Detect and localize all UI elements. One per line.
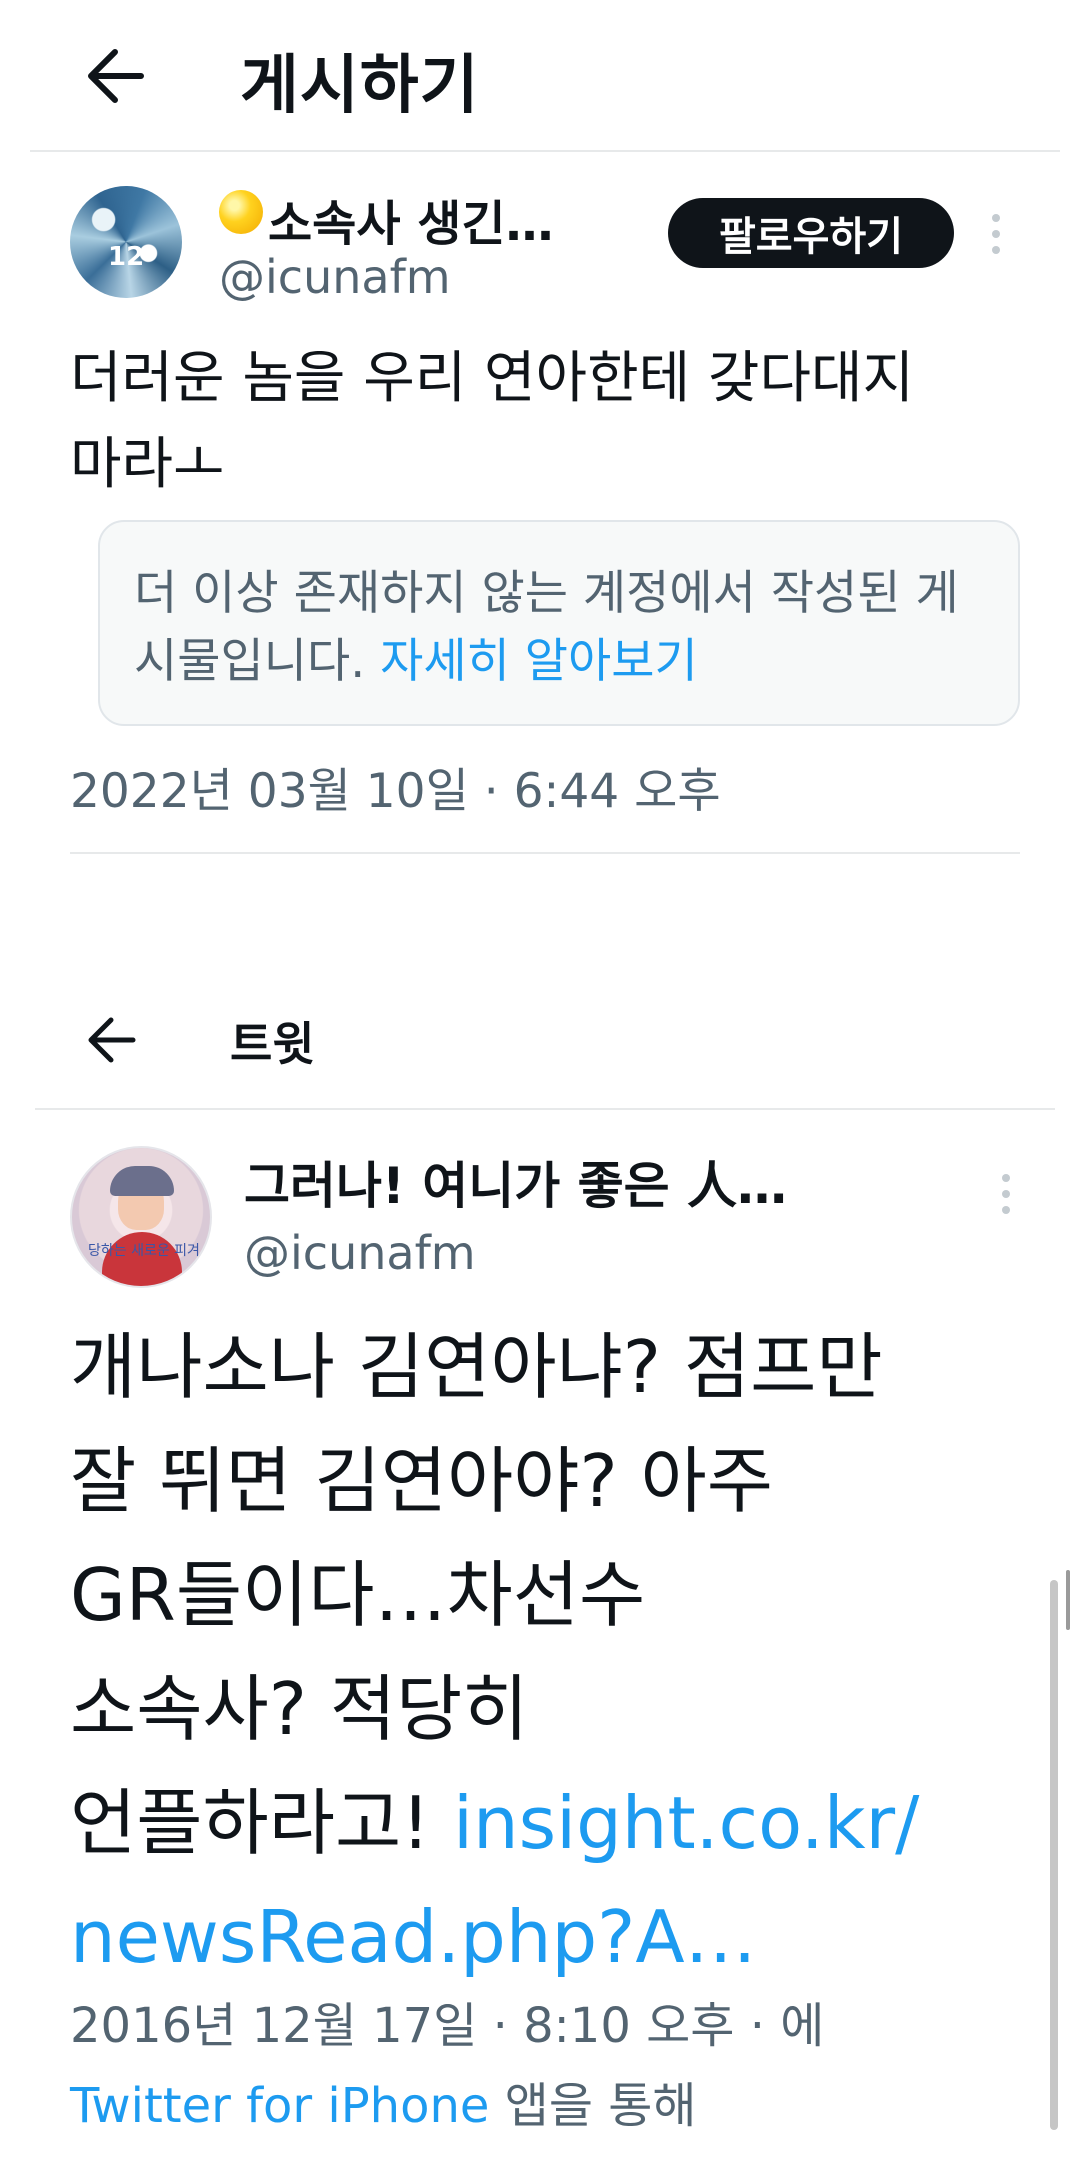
header-divider [30, 150, 1060, 152]
tweet-body-line: 개나소나 김연아냐? 점프만 [70, 1325, 883, 1409]
post-body-line: 더러운 놈을 우리 연아한테 갖다대지 [70, 346, 915, 411]
learn-more-link[interactable]: 자세히 알아보기 [380, 634, 698, 689]
avatar-hat [110, 1166, 174, 1196]
back-arrow-icon[interactable] [85, 1012, 137, 1068]
post-timestamp[interactable]: 2022년 03월 10일 · 6:44 오후 [70, 752, 721, 821]
article-link[interactable]: insight.co.kr/ [453, 1781, 919, 1865]
more-options-icon[interactable] [1000, 1172, 1012, 1216]
header-divider [35, 1108, 1055, 1110]
author-name[interactable]: 소속사 생긴… [268, 184, 554, 254]
sun-emoji-icon [219, 190, 263, 234]
tweet-body-text: 언플하라고! [70, 1781, 453, 1865]
author-handle[interactable]: @icunafm [244, 1226, 476, 1280]
more-options-icon[interactable] [990, 212, 1002, 256]
tweet-body-line: 소속사? 적당히 [70, 1667, 529, 1751]
tweet-body-line: 잘 뛰면 김연아야? 아주 [70, 1439, 774, 1523]
post-body-line: 마라ㅗ [70, 432, 225, 497]
tweet-timestamp[interactable]: 2016년 12월 17일 · 8:10 오후 · 에 [70, 1986, 1040, 2066]
deleted-account-notice: 더 이상 존재하지 않는 계정에서 작성된 게시물입니다. 자세히 알아보기 [98, 520, 1020, 726]
tweet-meta: 2016년 12월 17일 · 8:10 오후 · 에 Twitter for … [70, 1986, 1040, 2146]
avatar-mark: 12 [108, 242, 145, 272]
avatar[interactable]: 12 [70, 186, 182, 298]
tweet-body: 개나소나 김연아냐? 점프만 잘 뛰면 김연아야? 아주 GR들이다…차선수 소… [70, 1310, 1040, 1994]
avatar-caption: 당하는 새로운 피겨 [88, 1243, 200, 1259]
post-body: 더러운 놈을 우리 연아한테 갖다대지 마라ㅗ [70, 336, 1030, 508]
tweet-body-line: 언플하라고! insight.co.kr/ [70, 1766, 1040, 1880]
scroll-indicator[interactable] [1066, 1570, 1070, 1630]
article-link-continued[interactable]: newsRead.php?A… [70, 1880, 1040, 1994]
page-title: 게시하기 [240, 49, 480, 123]
follow-button[interactable]: 팔로우하기 [668, 198, 954, 268]
post-divider [70, 852, 1020, 854]
page-title: 트윗 [230, 1017, 315, 1071]
back-arrow-icon[interactable] [85, 40, 145, 112]
scrollbar[interactable] [1050, 1580, 1058, 2130]
author-handle[interactable]: @icunafm [219, 250, 451, 304]
author-name[interactable]: 그러나! 여니가 좋은 人… [244, 1146, 787, 1218]
source-suffix: 앱을 통해 [489, 2078, 697, 2134]
source-app-link[interactable]: Twitter for iPhone [70, 2078, 489, 2134]
tweet-body-line: GR들이다…차선수 [70, 1553, 646, 1637]
tweet-source: Twitter for iPhone 앱을 통해 [70, 2066, 1040, 2146]
avatar[interactable]: 당하는 새로운 피겨 [70, 1146, 212, 1288]
